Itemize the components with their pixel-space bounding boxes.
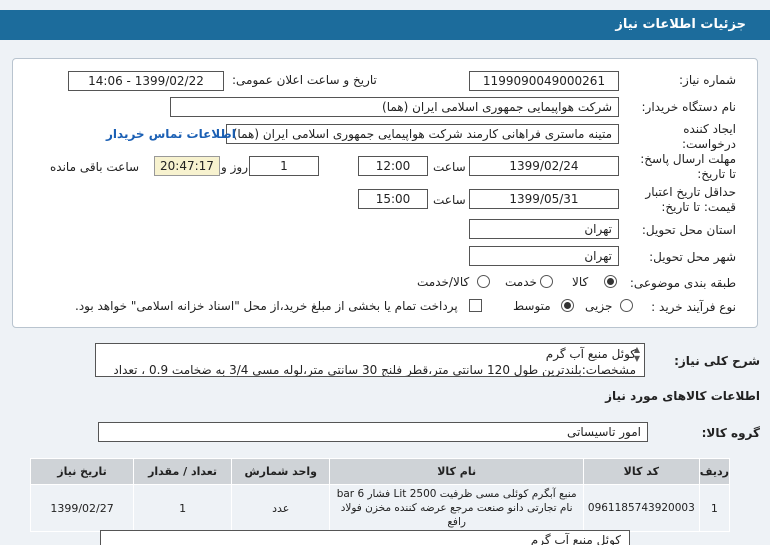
deadline-time-field: 12:00 [358,156,428,176]
deadline-date-field: 1399/02/24 [469,156,619,176]
purchase-radio-medium[interactable] [561,299,574,312]
city-label: شهر محل تحویل: [649,250,736,264]
bottom-description-box[interactable]: کوئل منبع آب گرم [100,530,630,545]
need-number-label: شماره نیاز: [679,73,736,87]
cell-row: 1 [698,484,731,532]
announce-label: تاریخ و ساعت اعلان عمومی: [232,73,377,87]
creator-label: ایجاد کننده درخواست: [682,122,736,151]
remaining-time-label: ساعت باقی مانده [50,160,140,174]
category-label: طبقه بندی موضوعی: [629,276,736,290]
days-remaining-field: 1 [249,156,319,176]
col-qty: تعداد / مقدار [133,458,233,485]
table-row: 1 0961185743920003 منبع آبگرم کوئلی مسی … [29,484,731,532]
col-name: نام کالا [329,458,584,485]
category-radio-goods-service[interactable] [477,275,490,288]
cell-date: 1399/02/27 [29,484,135,532]
province-field: تهران [469,219,619,239]
description-box[interactable]: کوئل منبع آب گرم مشخصات:بلندترین طول 120… [95,343,645,377]
remaining-time-field: 20:47:17 [154,156,220,176]
treasury-note: پرداخت تمام یا بخشی از مبلغ خرید،از محل … [75,299,458,313]
city-field: تهران [469,246,619,266]
validity-time-field: 15:00 [358,189,428,209]
validity-date-field: 1399/05/31 [469,189,619,209]
cell-unit: عدد [231,484,331,532]
category-option-service: خدمت [505,275,537,289]
category-radio-goods[interactable] [604,275,617,288]
purchase-option-minor: جزیی [585,299,613,313]
goods-group-field: امور تاسیساتی [98,422,648,442]
page-title: جزئیات اطلاعات نیاز [0,10,770,40]
creator-field: متینه ماستری فراهانی کارمند شرکت هواپیما… [226,124,619,144]
days-label: روز و [221,160,248,174]
cell-qty: 1 [133,484,233,532]
description-line-2: مشخصات:بلندترین طول 120 سانتی متر،قطر فل… [113,363,636,377]
purchase-radio-minor[interactable] [620,299,633,312]
treasury-checkbox[interactable] [469,299,482,312]
description-line-1: کوئل منبع آب گرم [545,347,636,361]
need-number-field: 1199090049000261 [469,71,619,91]
col-code: کد کالا [582,458,700,485]
col-row: ردیف [698,458,731,485]
deadline-label: مهلت ارسال پاسخ: تا تاریخ: [640,152,736,181]
purchase-option-medium: متوسط [513,299,551,313]
goods-table: ردیف کد کالا نام کالا واحد شمارش تعداد /… [29,458,731,532]
col-unit: واحد شمارش [231,458,331,485]
buyer-contact-link[interactable]: اطلاعات تماس خریدار [106,127,236,141]
goods-group-label: گروه کالا: [701,426,760,440]
goods-section-title: اطلاعات کالاهای مورد نیاز [605,389,760,403]
province-label: استان محل تحویل: [641,223,736,237]
validity-time-label: ساعت [433,193,466,207]
category-option-goods-service: کالا/خدمت [417,275,470,289]
purchase-type-label: نوع فرآیند خرید : [651,300,736,314]
cell-code: 0961185743920003 [582,484,700,532]
description-label: شرح کلی نیاز: [674,354,760,368]
scroll-arrows-icon[interactable]: ▲ ▼ [632,345,642,363]
col-date: تاریخ نیاز [29,458,135,485]
category-radio-service[interactable] [540,275,553,288]
deadline-time-label: ساعت [433,160,466,174]
announce-field: 1399/02/22 - 14:06 [68,71,224,91]
buyer-org-field: شرکت هواپیمایی جمهوری اسلامی ایران (هما) [170,97,619,117]
cell-name: منبع آبگرم کوئلی مسی ظرفیت 2500 Lit فشار… [329,484,584,532]
buyer-org-label: نام دستگاه خریدار: [641,100,737,114]
validity-label: حداقل تاریخ اعتبار قیمت: تا تاریخ: [645,185,736,214]
category-option-goods: کالا [572,275,589,289]
